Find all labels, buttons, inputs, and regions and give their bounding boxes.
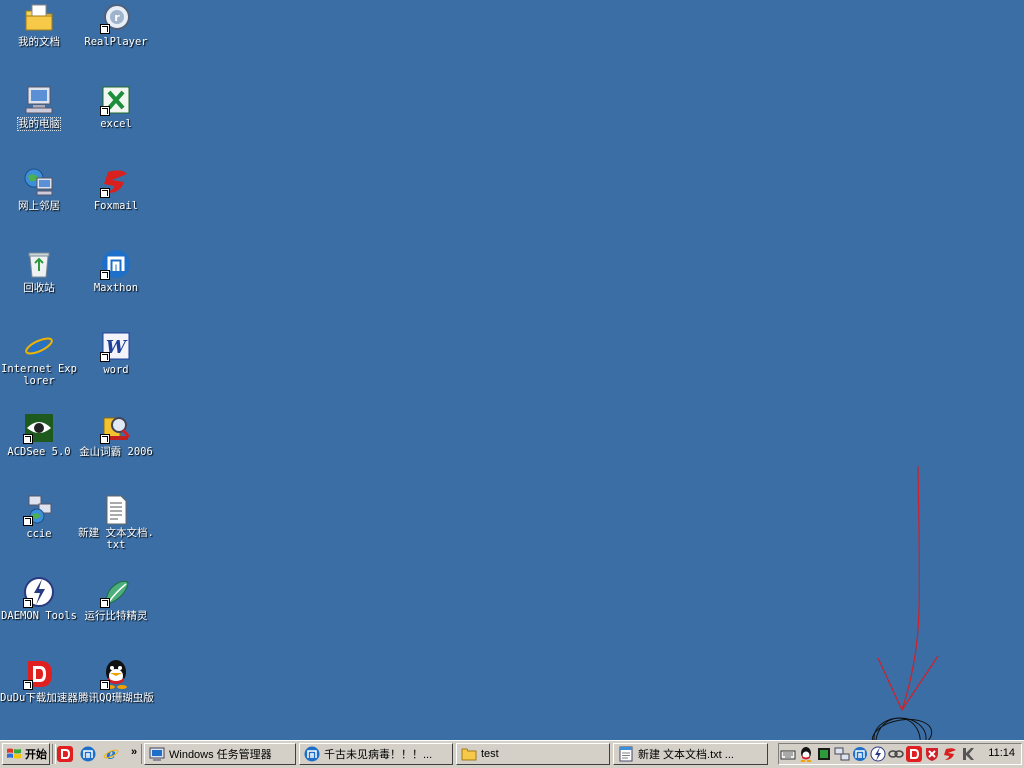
desktop-icon-qq[interactable]: 腾讯QQ珊瑚虫版 bbox=[77, 658, 155, 704]
ccie-icon bbox=[23, 494, 55, 526]
maxthon-icon bbox=[304, 746, 320, 762]
task-button-task-manager[interactable]: Windows 任务管理器 bbox=[144, 743, 296, 765]
icon-label: 运行比特精灵 bbox=[84, 610, 148, 622]
desktop-icon-my-computer[interactable]: 我的电脑 bbox=[0, 84, 78, 131]
task-label: 千古未见病毒！！！... bbox=[324, 749, 433, 761]
bitspirit-icon bbox=[100, 576, 132, 608]
desktop-icon-daemon-tools[interactable]: DAEMON Tools bbox=[0, 576, 78, 622]
icon-label: ccie bbox=[26, 528, 52, 540]
qq-icon[interactable] bbox=[798, 746, 814, 762]
icon-label: 我的电脑 bbox=[17, 117, 61, 131]
desktop-icon-network-places[interactable]: 网上邻居 bbox=[0, 166, 78, 212]
desktop: 我的文档 我的电脑 网上邻居 回收站 e Internet Explorer A… bbox=[0, 0, 1024, 740]
task-label: 新建 文本文档.txt ... bbox=[638, 749, 734, 761]
svg-text:r: r bbox=[114, 11, 120, 24]
icon-label: 回收站 bbox=[23, 282, 55, 294]
icon-label: Internet Explorer bbox=[1, 363, 77, 387]
maxthon-icon bbox=[100, 248, 132, 280]
network-places-icon bbox=[23, 166, 55, 198]
system-tray: 11:14 bbox=[778, 743, 1022, 765]
dudu-icon[interactable] bbox=[57, 746, 73, 762]
desktop-icon-foxmail[interactable]: Foxmail bbox=[77, 166, 155, 212]
start-label: 开始 bbox=[25, 749, 47, 761]
icon-label: 网上邻居 bbox=[18, 200, 60, 212]
dudu-downloader-icon bbox=[23, 658, 55, 690]
kingsoft-icon[interactable] bbox=[960, 746, 976, 762]
desktop-icon-maxthon[interactable]: Maxthon bbox=[77, 248, 155, 294]
desktop-icon-realplayer[interactable]: r RealPlayer bbox=[77, 2, 155, 48]
desktop-icon-ccie[interactable]: ccie bbox=[0, 494, 78, 540]
network-icon[interactable] bbox=[834, 746, 850, 762]
task-button-browser[interactable]: 千古未见病毒！！！... bbox=[299, 743, 453, 765]
foxmail-icon bbox=[100, 166, 132, 198]
desktop-icon-internet-explorer[interactable]: e Internet Explorer bbox=[0, 330, 78, 387]
icon-label: Foxmail bbox=[93, 200, 139, 212]
icon-label: Maxthon bbox=[93, 282, 139, 294]
qq-icon bbox=[100, 658, 132, 690]
desktop-icon-text-document[interactable]: 新建 文本文档.txt bbox=[77, 494, 155, 551]
notepad-icon bbox=[619, 746, 633, 762]
my-computer-icon bbox=[23, 84, 55, 116]
taskbar: 开始 e » Windows 任务管理器 千古未见病毒！！！... test 新… bbox=[0, 740, 1024, 768]
word-icon: W bbox=[100, 330, 132, 362]
realplayer-icon: r bbox=[100, 2, 132, 34]
task-manager-icon bbox=[149, 747, 165, 761]
icon-label: 腾讯QQ珊瑚虫版 bbox=[78, 692, 154, 704]
start-button[interactable]: 开始 bbox=[2, 743, 50, 765]
icon-label: DuDu下载加速器 bbox=[0, 692, 78, 704]
icon-label: 我的文档 bbox=[18, 36, 60, 48]
daemon-icon[interactable] bbox=[870, 746, 886, 762]
taskbar-separator bbox=[52, 744, 56, 764]
desktop-icon-bitspirit[interactable]: 运行比特精灵 bbox=[77, 576, 155, 622]
my-documents-icon bbox=[23, 2, 55, 34]
desktop-icon-kingsoft-dictionary[interactable]: 金山词霸 2006 bbox=[77, 412, 155, 458]
task-label: Windows 任务管理器 bbox=[169, 749, 272, 761]
windows-logo-icon bbox=[7, 748, 21, 759]
clock[interactable]: 11:14 bbox=[988, 747, 1015, 759]
maxthon-icon[interactable] bbox=[80, 746, 96, 762]
excel-icon bbox=[100, 84, 132, 116]
chain-icon[interactable] bbox=[888, 746, 904, 762]
folder-icon bbox=[461, 748, 477, 761]
keyboard-icon[interactable] bbox=[780, 746, 796, 762]
icon-label: word bbox=[103, 364, 129, 376]
svg-text:e: e bbox=[30, 330, 48, 362]
icon-label: ACDSee 5.0 bbox=[7, 446, 71, 458]
icon-label: 新建 文本文档.txt bbox=[78, 527, 154, 551]
shield-icon[interactable] bbox=[924, 746, 940, 762]
desktop-icon-word[interactable]: W word bbox=[77, 330, 155, 376]
dudu-icon[interactable] bbox=[906, 746, 922, 762]
icon-label: excel bbox=[100, 118, 132, 130]
recycle-bin-icon bbox=[23, 248, 55, 280]
desktop-icon-dudu-downloader[interactable]: DuDu下载加速器 bbox=[0, 658, 78, 704]
svg-text:e: e bbox=[106, 746, 116, 762]
monitor-icon[interactable] bbox=[816, 746, 832, 762]
foxmail-icon[interactable] bbox=[942, 746, 958, 762]
icon-label: DAEMON Tools bbox=[1, 610, 77, 622]
icon-label: RealPlayer bbox=[84, 36, 148, 48]
task-button-folder-test[interactable]: test bbox=[456, 743, 610, 765]
acdsee-icon bbox=[23, 412, 55, 444]
icon-label: 金山词霸 2006 bbox=[79, 446, 153, 458]
internet-explorer-icon[interactable]: e bbox=[103, 746, 119, 762]
kingsoft-dictionary-icon bbox=[100, 412, 132, 444]
task-button-notepad[interactable]: 新建 文本文档.txt ... bbox=[613, 743, 768, 765]
daemon-tools-icon bbox=[23, 576, 55, 608]
desktop-icon-my-documents[interactable]: 我的文档 bbox=[0, 2, 78, 48]
desktop-icon-acdsee[interactable]: ACDSee 5.0 bbox=[0, 412, 78, 458]
quicklaunch-more-chevron[interactable]: » bbox=[131, 746, 137, 758]
desktop-icon-excel[interactable]: excel bbox=[77, 84, 155, 130]
task-label: test bbox=[481, 748, 499, 760]
internet-explorer-icon: e bbox=[23, 330, 55, 362]
text-document-icon bbox=[100, 494, 132, 526]
desktop-icon-recycle-bin[interactable]: 回收站 bbox=[0, 248, 78, 294]
maxthon-icon[interactable] bbox=[852, 746, 868, 762]
